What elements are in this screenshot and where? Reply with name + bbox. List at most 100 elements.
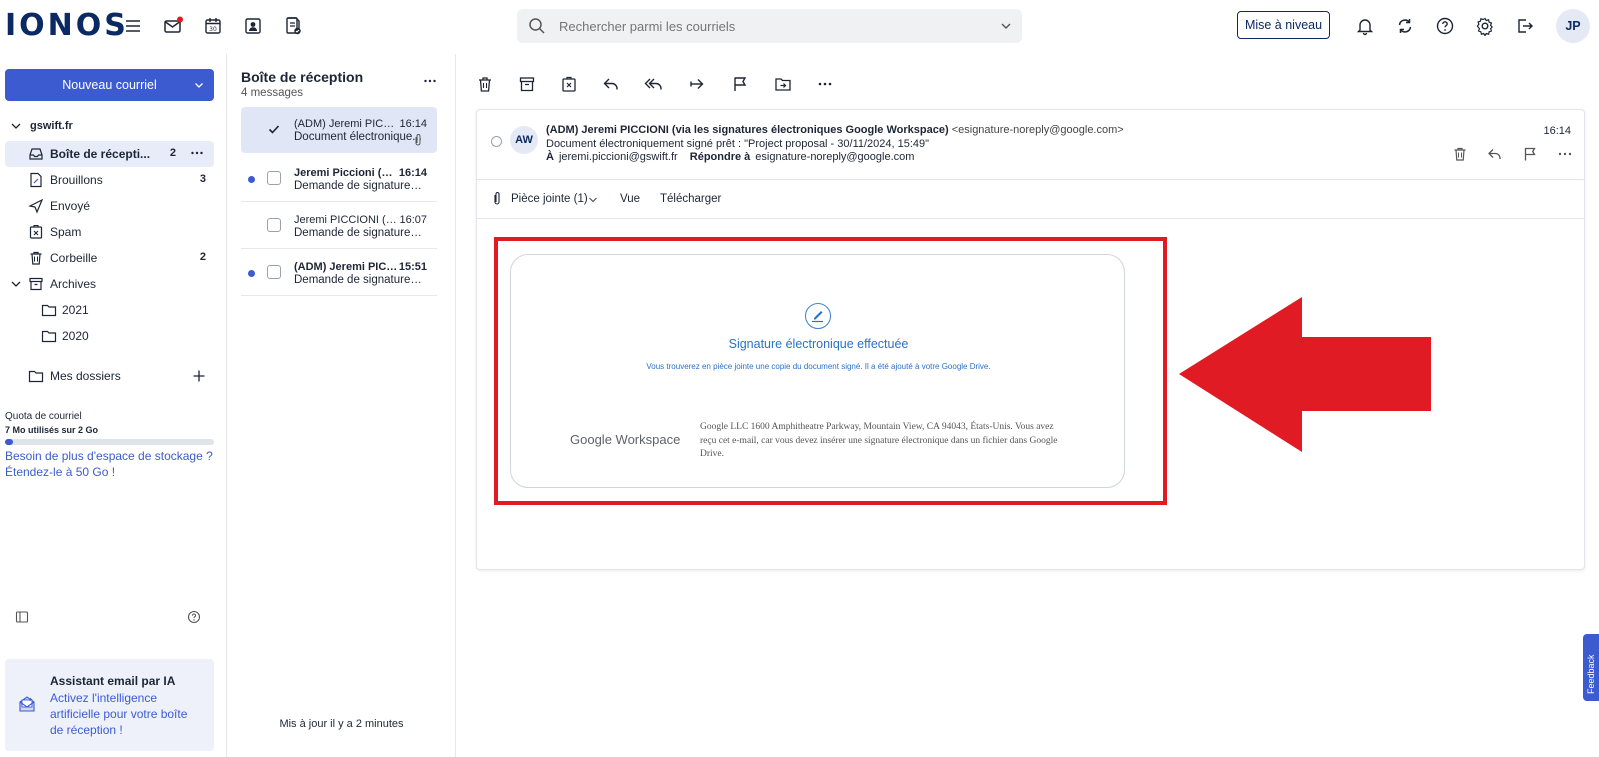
mail-icon[interactable] — [163, 16, 183, 36]
ai-text[interactable]: Activez l'intelligence artificielle pour… — [50, 690, 200, 738]
quota-used: 7 Mo utilisés sur 2 Go — [5, 425, 99, 435]
chevron-down-icon[interactable] — [11, 279, 21, 289]
help-icon[interactable] — [187, 610, 201, 624]
reply-to-value[interactable]: esignature-noreply@google.com — [755, 151, 914, 163]
folder-2020[interactable]: 2020 — [5, 323, 214, 349]
message-from: (ADM) Jeremi PICCIONI (via les signature… — [294, 118, 398, 130]
email-body-card: Signature électronique effectuée Vous tr… — [510, 254, 1125, 488]
message-from: Jeremi PICCIONI (via les signatures élec… — [294, 214, 398, 226]
card-subtitle: Vous trouverez en pièce jointe une copie… — [646, 362, 991, 371]
forward-icon[interactable] — [688, 75, 706, 93]
message-checkbox[interactable] — [267, 171, 281, 185]
sender-name[interactable]: (ADM) Jeremi PICCIONI (via les signature… — [546, 124, 949, 136]
chevron-down-icon[interactable] — [588, 195, 598, 205]
to-value[interactable]: jeremi.piccioni@gswift.fr — [559, 151, 678, 163]
archive-icon[interactable] — [518, 75, 536, 93]
chevron-down-icon — [11, 123, 21, 129]
folder-label: Envoyé — [50, 199, 91, 213]
account-toggle[interactable]: gswift.fr — [11, 120, 73, 132]
help-icon[interactable] — [1435, 16, 1455, 36]
sidebar: Nouveau courriel gswift.fr Boîte de réce… — [0, 54, 227, 757]
upgrade-button[interactable]: Mise à niveau — [1237, 11, 1330, 39]
delete-icon[interactable] — [476, 75, 494, 93]
sender-email[interactable]: <esignature-noreply@google.com> — [952, 124, 1124, 136]
delete-icon[interactable] — [1452, 146, 1468, 162]
more-icon[interactable] — [190, 146, 204, 160]
folder-trash[interactable]: Corbeille 2 — [5, 245, 214, 271]
folder-icon — [41, 328, 57, 344]
gear-icon[interactable] — [1475, 16, 1495, 36]
message-checkbox[interactable] — [267, 122, 281, 136]
read-status-toggle[interactable] — [491, 136, 502, 147]
more-icon[interactable] — [816, 75, 834, 93]
message-row[interactable]: (ADM) Jeremi PICCIONI (via les signature… — [241, 250, 437, 296]
folder-label: Boîte de récepti... — [50, 147, 151, 161]
message-checkbox[interactable] — [267, 265, 281, 279]
bell-icon[interactable] — [1355, 16, 1375, 36]
quota-upgrade-link[interactable]: Besoin de plus d'espace de stockage ? Ét… — [5, 448, 220, 480]
folder-inbox[interactable]: Boîte de récepti... 2 — [5, 141, 214, 167]
new-mail-button[interactable]: Nouveau courriel — [5, 69, 214, 101]
account-name: gswift.fr — [30, 120, 73, 132]
new-mail-label: Nouveau courriel — [62, 78, 157, 92]
search-icon — [528, 17, 546, 35]
chevron-down-icon[interactable] — [1000, 20, 1012, 32]
to-label: À — [546, 151, 554, 163]
add-folder-icon[interactable] — [192, 369, 206, 383]
list-updated: Mis à jour il y a 2 minutes — [279, 718, 404, 730]
ionos-logo[interactable]: IONOS — [5, 8, 129, 43]
folder-label: 2020 — [62, 329, 89, 343]
sidebar-toggle-icon[interactable] — [15, 610, 29, 624]
reply-icon[interactable] — [602, 75, 620, 93]
reply-all-icon[interactable] — [644, 75, 662, 93]
message-from: (ADM) Jeremi PICCIONI (via les signature… — [294, 261, 398, 273]
folder-count: 3 — [199, 173, 206, 185]
folder-2021[interactable]: 2021 — [5, 297, 214, 323]
reply-icon[interactable] — [1487, 146, 1503, 162]
message-row[interactable]: Jeremi Piccioni (via les signatures élec… — [241, 156, 437, 202]
flag-icon[interactable] — [1522, 146, 1538, 162]
my-folders-label: Mes dossiers — [50, 369, 121, 383]
archive-icon — [28, 276, 44, 292]
download-attachment-button[interactable]: Télécharger — [660, 193, 721, 205]
flag-icon[interactable] — [731, 75, 749, 93]
tasks-icon[interactable] — [283, 16, 303, 36]
more-icon[interactable] — [423, 74, 437, 88]
calendar-icon[interactable]: 30 — [203, 16, 223, 36]
search-input[interactable] — [559, 9, 979, 43]
chevron-down-icon[interactable] — [184, 69, 214, 101]
logout-icon[interactable] — [1515, 16, 1535, 36]
my-folders[interactable]: Mes dossiers — [5, 363, 214, 389]
list-count: 4 messages — [241, 87, 304, 99]
sender-avatar: AW — [510, 126, 538, 154]
message-from: Jeremi Piccioni (via les signatures élec… — [294, 167, 398, 179]
attachment-bar: Pièce jointe (1) Vue Télécharger — [477, 179, 1584, 219]
google-workspace-logo: Google Workspace — [570, 432, 681, 447]
message-row[interactable]: Jeremi PICCIONI (via les signatures élec… — [241, 203, 437, 249]
folder-spam[interactable]: Spam — [5, 219, 214, 245]
user-avatar[interactable]: JP — [1556, 9, 1590, 43]
folder-drafts[interactable]: Brouillons 3 — [5, 167, 214, 193]
spam-icon[interactable] — [560, 75, 578, 93]
contacts-icon[interactable] — [243, 16, 263, 36]
message-checkbox[interactable] — [267, 218, 281, 232]
ai-assistant-promo[interactable]: Assistant email par IA Activez l'intelli… — [5, 659, 214, 751]
message-time: 16:14 — [399, 118, 427, 130]
folder-sent[interactable]: Envoyé — [5, 193, 214, 219]
inbox-icon — [28, 146, 44, 162]
sync-icon[interactable] — [1395, 16, 1415, 36]
attachment-dropdown[interactable]: Pièce jointe (1) — [511, 193, 588, 205]
search-bar[interactable] — [517, 9, 1022, 43]
menu-icon[interactable] — [123, 16, 143, 36]
ai-mail-icon — [18, 695, 36, 713]
quota-bar — [5, 439, 214, 445]
message-row[interactable]: (ADM) Jeremi PICCIONI (via les signature… — [241, 107, 437, 153]
attachment-icon — [413, 133, 423, 147]
folder-count: 2 — [199, 251, 206, 263]
view-attachment-button[interactable]: Vue — [620, 193, 640, 205]
unread-dot — [248, 176, 255, 183]
more-icon[interactable] — [1557, 146, 1573, 162]
move-to-folder-icon[interactable] — [774, 75, 792, 93]
feedback-tab[interactable]: Feedback — [1583, 634, 1599, 701]
folder-archives[interactable]: Archives — [5, 271, 214, 297]
